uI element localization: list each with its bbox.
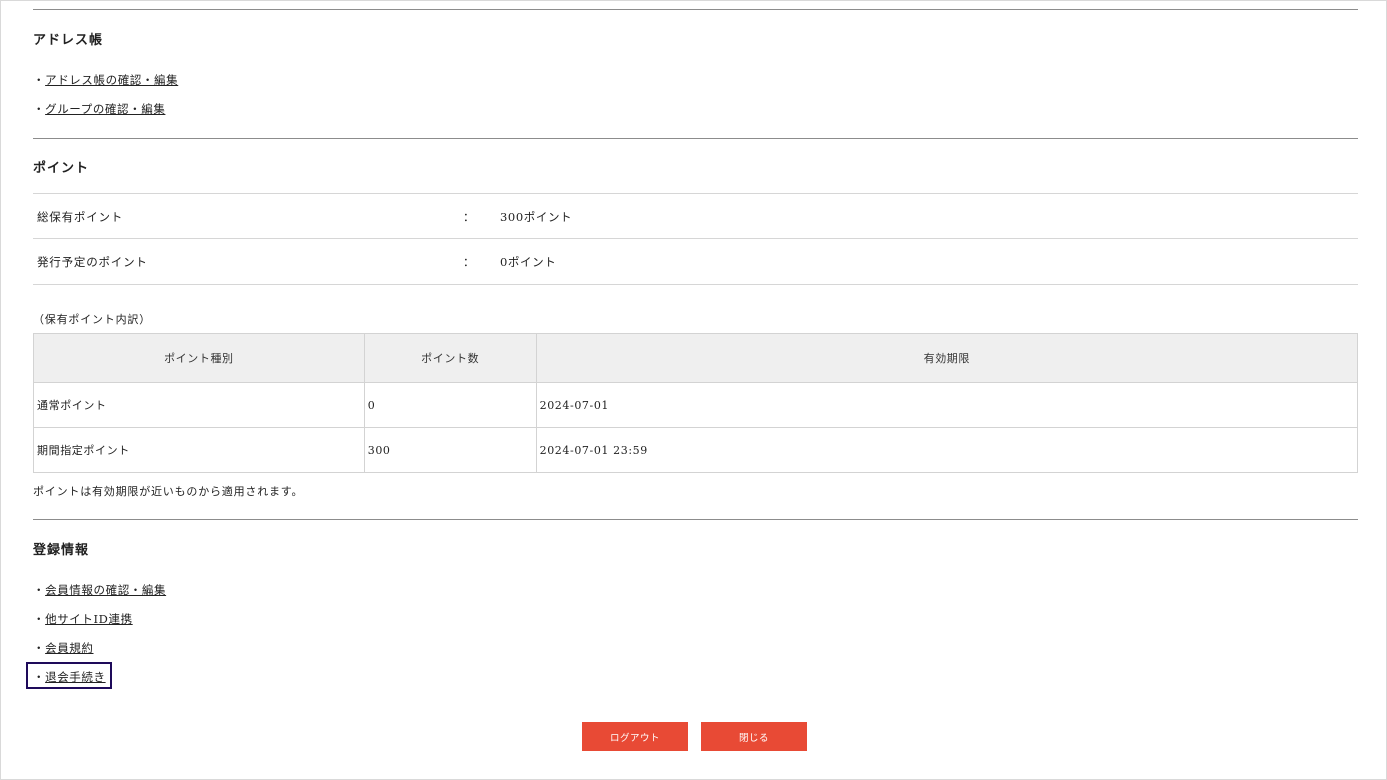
member-terms-link[interactable]: 会員規約 <box>45 641 93 655</box>
points-note: ポイントは有効期限が近いものから適用されます。 <box>33 485 304 498</box>
section-divider-registration <box>33 519 1358 520</box>
group-edit-link[interactable]: グループの確認・編集 <box>45 102 165 116</box>
focus-highlight <box>26 662 112 689</box>
registration-title: 登録情報 <box>33 543 90 558</box>
close-button[interactable]: 閉じる <box>701 722 807 751</box>
column-header-expiry: 有効期限 <box>535 333 1359 383</box>
page-frame: アドレス帳 ・アドレス帳の確認・編集 ・グループの確認・編集 ポイント 総保有ポ… <box>0 0 1387 780</box>
bullet: ・ <box>33 102 46 116</box>
table-cell: 期間指定ポイント <box>33 427 365 473</box>
table-row: 通常ポイント 0 2024-07-01 <box>33 382 1359 428</box>
section-divider-top <box>33 9 1358 10</box>
points-row-divider <box>33 284 1358 285</box>
link-item-group-edit: ・グループの確認・編集 <box>33 101 165 117</box>
section-divider-points <box>33 138 1358 139</box>
points-breakdown-table: ポイント種別 ポイント数 有効期限 通常ポイント 0 2024-07-01 期間… <box>33 333 1359 473</box>
points-row-divider <box>33 193 1358 194</box>
points-row-divider <box>33 238 1358 239</box>
address-book-title: アドレス帳 <box>33 33 104 48</box>
link-item-terms: ・会員規約 <box>33 640 94 656</box>
link-item-member-info: ・会員情報の確認・編集 <box>33 582 166 598</box>
logout-button[interactable]: ログアウト <box>582 722 688 751</box>
table-cell: 2024-07-01 23:59 <box>535 427 1359 473</box>
table-cell: 通常ポイント <box>33 382 365 428</box>
table-cell: 2024-07-01 <box>535 382 1359 428</box>
table-cell: 0 <box>363 382 537 428</box>
table-header-row: ポイント種別 ポイント数 有効期限 <box>33 333 1359 383</box>
bullet: ・ <box>33 612 46 626</box>
points-breakdown-label: （保有ポイント内訳） <box>33 313 151 326</box>
scheduled-points-value: 0ポイント <box>500 255 557 269</box>
site-id-link[interactable]: 他サイトID連携 <box>45 612 133 626</box>
table-row: 期間指定ポイント 300 2024-07-01 23:59 <box>33 427 1359 473</box>
scheduled-points-label: 発行予定のポイント <box>37 255 148 269</box>
bullet: ・ <box>33 583 46 597</box>
bullet: ・ <box>33 641 46 655</box>
address-book-edit-link[interactable]: アドレス帳の確認・編集 <box>45 73 178 87</box>
table-cell: 300 <box>363 427 537 473</box>
link-item-site-id: ・他サイトID連携 <box>33 611 133 627</box>
points-title: ポイント <box>33 161 90 176</box>
total-points-value: 300ポイント <box>500 210 573 224</box>
link-item-address-book-edit: ・アドレス帳の確認・編集 <box>33 72 178 88</box>
scheduled-points-colon: ： <box>463 255 475 269</box>
total-points-colon: ： <box>463 210 475 224</box>
total-points-label: 総保有ポイント <box>37 210 124 224</box>
bullet: ・ <box>33 73 46 87</box>
column-header-point-count: ポイント数 <box>363 333 537 383</box>
column-header-point-type: ポイント種別 <box>33 333 365 383</box>
member-info-edit-link[interactable]: 会員情報の確認・編集 <box>45 583 166 597</box>
